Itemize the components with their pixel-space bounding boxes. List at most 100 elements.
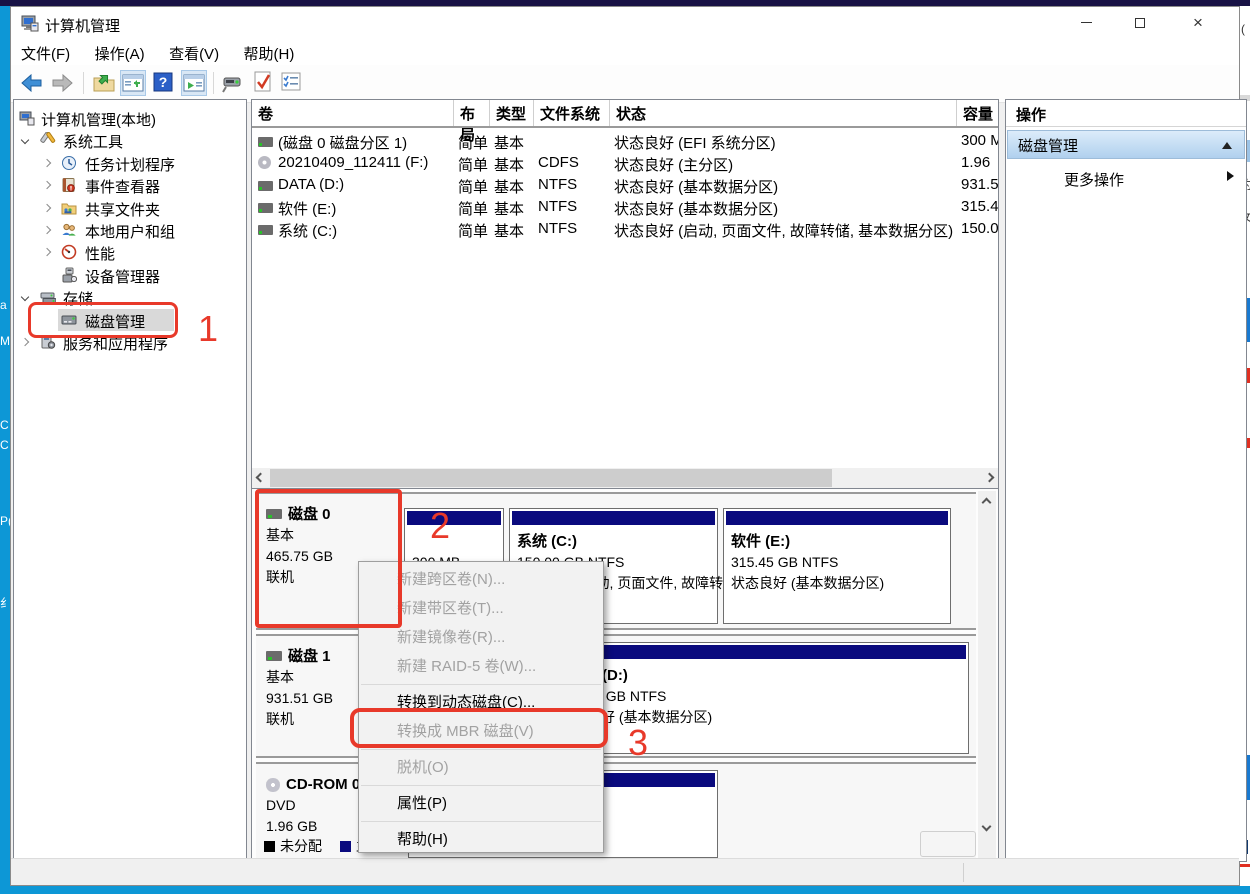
column-header-volume[interactable]: 卷 — [252, 100, 454, 126]
tree-item-task-scheduler[interactable]: 任务计划程序 — [14, 152, 246, 174]
chevron-right-icon[interactable] — [43, 203, 51, 211]
console-icon[interactable] — [220, 70, 246, 96]
annotation-number-3: 3 — [628, 722, 648, 764]
volume-name: DATA (D:) — [278, 176, 452, 193]
volume-status: 状态良好 (基本数据分区) — [614, 176, 955, 197]
background-strip-top — [0, 0, 1250, 6]
vertical-scrollbar[interactable] — [978, 491, 996, 859]
partition-color-bar — [554, 645, 966, 659]
scrollbar-thumb[interactable] — [270, 469, 832, 487]
tree-item-event-viewer[interactable]: 事件查看器 — [14, 174, 246, 196]
volume-type: 基本 — [494, 198, 524, 219]
more-actions-item[interactable]: 更多操作 — [1006, 166, 1246, 192]
submenu-arrow-icon — [1227, 171, 1234, 181]
menu-item-help[interactable]: 帮助(H) — [359, 825, 603, 854]
annotation-number-2: 2 — [430, 505, 450, 547]
partition-name: 软件 (E:) — [731, 531, 884, 552]
chevron-right-icon[interactable] — [21, 338, 29, 346]
menu-separator — [361, 749, 601, 750]
column-header-type[interactable]: 类型 — [490, 100, 534, 126]
chevron-down-icon[interactable] — [21, 293, 29, 301]
toolbar-separator — [83, 72, 84, 94]
tree-item-computer-management[interactable]: 计算机管理(本地) — [14, 107, 246, 129]
volume-row[interactable]: 软件 (E:) 简单 基本 NTFS 状态良好 (基本数据分区) 315.4 — [252, 197, 998, 219]
tree-item-label: 共享文件夹 — [85, 199, 160, 220]
column-header-status[interactable]: 状态 — [610, 100, 957, 126]
help-icon[interactable]: ? — [151, 70, 177, 96]
maximize-button[interactable] — [1117, 7, 1163, 39]
volume-row[interactable]: 20210409_112411 (F:) 简单 基本 CDFS 状态良好 (主分… — [252, 153, 998, 175]
column-header-capacity[interactable]: 容量 — [957, 100, 999, 126]
cd-volume-icon — [258, 156, 271, 169]
volume-row[interactable]: (磁盘 0 磁盘分区 1) 简单 基本 状态良好 (EFI 系统分区) 300 … — [252, 131, 998, 153]
partition-d[interactable]: DATA (D:) 931.51 GB NTFS 状态良好 (基本数据分区) — [551, 642, 969, 754]
scroll-right-icon[interactable] — [985, 473, 995, 483]
actions-group-disk-management[interactable]: 磁盘管理 — [1007, 130, 1245, 159]
forward-icon[interactable] — [49, 70, 75, 96]
volume-name: 软件 (E:) — [278, 198, 452, 219]
column-header-filesystem[interactable]: 文件系统 — [534, 100, 610, 126]
scroll-up-icon[interactable] — [982, 498, 992, 508]
scroll-down-icon[interactable] — [982, 822, 992, 832]
volume-capacity: 1.96 — [961, 154, 998, 171]
tree-item-device-manager[interactable]: 设备管理器 — [14, 264, 246, 286]
volume-capacity: 150.0 — [961, 220, 998, 237]
volume-row[interactable]: DATA (D:) 简单 基本 NTFS 状态良好 (基本数据分区) 931.5 — [252, 175, 998, 197]
up-folder-icon[interactable] — [91, 70, 117, 96]
export-check-icon[interactable] — [251, 70, 277, 96]
tree-item-local-users-groups[interactable]: 本地用户和组 — [14, 219, 246, 241]
volume-layout: 简单 — [458, 198, 488, 219]
menu-action[interactable]: 操作(A) — [85, 39, 155, 68]
scroll-left-icon[interactable] — [256, 473, 266, 483]
console-tree-icon[interactable] — [120, 70, 146, 96]
partition-e[interactable]: 软件 (E:) 315.45 GB NTFS 状态良好 (基本数据分区) — [723, 508, 951, 624]
customize-list-icon[interactable] — [279, 70, 305, 96]
annotation-number-1: 1 — [198, 308, 218, 350]
chevron-right-icon[interactable] — [43, 159, 51, 167]
legend-unallocated-label: 未分配 — [280, 838, 322, 854]
collapse-icon[interactable] — [1222, 142, 1232, 149]
menu-file[interactable]: 文件(F) — [11, 39, 80, 68]
tree-item-system-tools[interactable]: 系统工具 — [14, 129, 246, 151]
tree-item-performance[interactable]: 性能 — [14, 241, 246, 263]
menu-help[interactable]: 帮助(H) — [234, 39, 305, 68]
panel-corner-box — [920, 831, 976, 857]
chevron-right-icon[interactable] — [43, 181, 51, 189]
background-fragment: a — [0, 298, 7, 312]
partition-size: 315.45 GB NTFS — [731, 552, 884, 573]
title-bar[interactable]: 计算机管理 × — [11, 7, 1239, 39]
tree-item-shared-folders[interactable]: 共享文件夹 — [14, 197, 246, 219]
volume-type: 基本 — [494, 132, 524, 153]
window-title: 计算机管理 — [45, 15, 120, 36]
volume-row[interactable]: 系统 (C:) 简单 基本 NTFS 状态良好 (启动, 页面文件, 故障转储,… — [252, 219, 998, 241]
menu-item-offline[interactable]: 脱机(O) — [359, 753, 603, 782]
back-icon[interactable] — [19, 70, 45, 96]
partition-color-bar — [726, 511, 948, 525]
menu-item-properties[interactable]: 属性(P) — [359, 789, 603, 818]
chevron-right-icon[interactable] — [43, 226, 51, 234]
volume-layout: 简单 — [458, 220, 488, 241]
menu-separator — [361, 785, 601, 786]
legend-primary-swatch — [340, 841, 351, 852]
minimize-button[interactable] — [1063, 7, 1109, 39]
tree-item-label: 任务计划程序 — [85, 154, 175, 175]
chevron-right-icon[interactable] — [43, 248, 51, 256]
action-pane-icon[interactable] — [181, 70, 207, 96]
status-divider — [963, 863, 964, 882]
device-manager-icon — [61, 267, 77, 283]
chevron-down-icon[interactable] — [21, 136, 29, 144]
partition-color-bar — [512, 511, 715, 525]
column-header-layout[interactable]: 布局 — [454, 100, 490, 126]
menu-item-new-raid5-volume[interactable]: 新建 RAID-5 卷(W)... — [359, 652, 603, 681]
volume-list: 卷 布局 类型 文件系统 状态 容量 (磁盘 0 磁盘分区 1) 简单 基本 状… — [251, 99, 999, 491]
volume-capacity: 315.4 — [961, 198, 998, 215]
disk-name: CD-ROM 0 — [286, 776, 360, 793]
volume-fs: CDFS — [538, 154, 579, 171]
close-button[interactable]: × — [1175, 7, 1221, 39]
tree-item-label: 事件查看器 — [85, 176, 160, 197]
menu-view[interactable]: 查看(V) — [159, 39, 229, 68]
tree-item-label: 计算机管理(本地) — [41, 109, 156, 130]
horizontal-scrollbar[interactable] — [252, 468, 998, 488]
volume-layout: 简单 — [458, 154, 488, 175]
annotation-box-step1 — [28, 302, 178, 338]
